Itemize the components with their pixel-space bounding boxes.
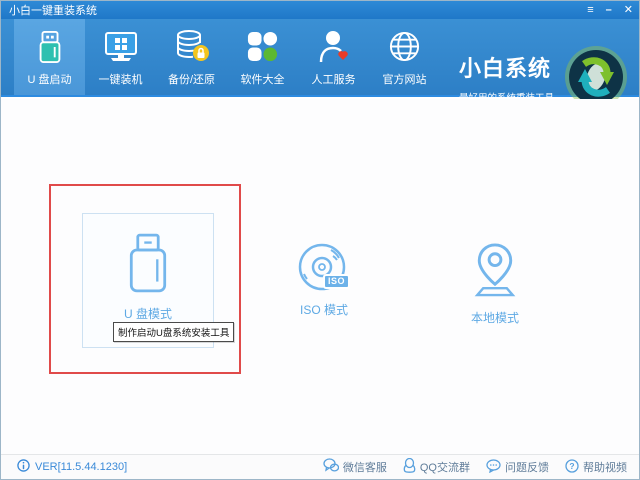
minimize-icon[interactable]: – [606, 1, 612, 19]
mode-local[interactable]: 本地模式 [445, 241, 545, 326]
usb-mode-label: U 盘模式 [124, 305, 172, 322]
iso-badge: ISO [323, 274, 350, 289]
toolbar-item-label: 官方网站 [383, 71, 427, 87]
mode-iso[interactable]: ISO ISO 模式 [274, 241, 374, 318]
toolbar-items: U 盘启动 一键装机 [14, 19, 440, 95]
usb-drive-icon [34, 28, 66, 66]
titlebar[interactable]: 小白一键重装系统 ≡ – ✕ [1, 1, 639, 19]
status-link-label: 问题反馈 [505, 459, 549, 475]
toolbar-item-label: U 盘启动 [28, 71, 72, 87]
toolbar-item-official-website[interactable]: 官方网站 [369, 19, 440, 95]
menu-icon[interactable]: ≡ [587, 1, 593, 19]
location-pin-icon [470, 241, 520, 303]
feedback-link[interactable]: 问题反馈 [486, 459, 549, 476]
toolbar-item-label: 备份/还原 [168, 71, 215, 87]
status-link-label: 帮助视频 [583, 459, 627, 475]
toolbar-item-software-collection[interactable]: 软件大全 [227, 19, 298, 95]
usb-mode-tooltip: 制作启动U盘系统安装工具 [113, 322, 234, 342]
status-links: 微信客服 QQ交流群 [323, 458, 627, 476]
qq-penguin-icon [403, 458, 416, 476]
toolbar-item-label: 人工服务 [312, 71, 356, 87]
comment-dots-icon [486, 459, 501, 476]
statusbar: VER[11.5.44.1230] 微信客服 [1, 454, 639, 479]
version-info[interactable]: VER[11.5.44.1230] [17, 459, 127, 475]
wechat-support-link[interactable]: 微信客服 [323, 458, 387, 476]
brand-block: 小白系统 最好用的系统重装工具 [459, 51, 554, 104]
globe-icon [388, 28, 421, 66]
toolbar-item-label: 一键装机 [99, 71, 143, 87]
window-controls: ≡ – ✕ [587, 1, 633, 19]
toolbar-item-backup-restore[interactable]: 备份/还原 [156, 19, 227, 95]
svg-text:?: ? [569, 461, 574, 471]
app-window: 小白一键重装系统 ≡ – ✕ U 盘启动 [0, 0, 640, 480]
usb-mode-icon [122, 232, 174, 299]
question-circle-icon: ? [565, 459, 579, 476]
iso-disc-icon: ISO [297, 241, 351, 295]
help-video-link[interactable]: ? 帮助视频 [565, 459, 627, 476]
toolbar-item-one-click-install[interactable]: 一键装机 [85, 19, 156, 95]
toolbar-item-human-service[interactable]: 人工服务 [298, 19, 369, 95]
window-title: 小白一键重装系统 [1, 2, 97, 18]
clover-apps-icon [246, 28, 279, 66]
monitor-windows-icon [103, 28, 139, 66]
local-mode-label: 本地模式 [471, 309, 519, 326]
qq-group-link[interactable]: QQ交流群 [403, 458, 470, 476]
wechat-icon [323, 458, 339, 476]
toolbar: U 盘启动 一键装机 [1, 19, 639, 97]
version-text: VER[11.5.44.1230] [35, 461, 127, 473]
brand-name: 小白系统 [459, 51, 554, 83]
toolbar-item-usb-boot[interactable]: U 盘启动 [14, 19, 85, 95]
iso-mode-label: ISO 模式 [300, 301, 348, 318]
person-heart-icon [317, 28, 351, 66]
status-link-label: QQ交流群 [420, 459, 470, 475]
toolbar-item-label: 软件大全 [241, 71, 285, 87]
info-icon [17, 459, 30, 475]
close-icon[interactable]: ✕ [624, 1, 633, 19]
status-link-label: 微信客服 [343, 459, 387, 475]
database-lock-icon [174, 28, 210, 66]
